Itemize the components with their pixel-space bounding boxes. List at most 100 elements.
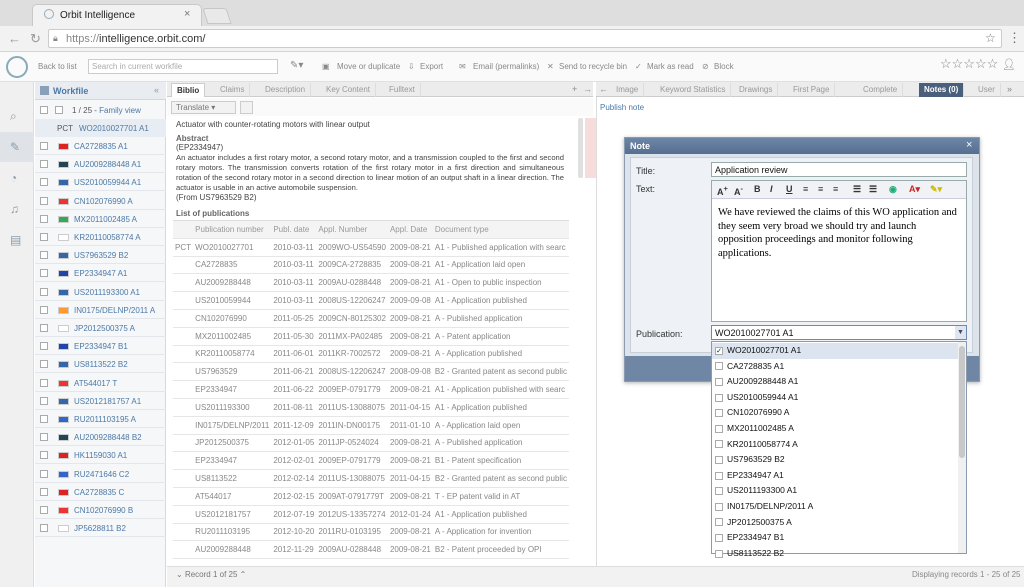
tab-fulltext[interactable]: Fulltext: [384, 83, 421, 97]
row-checkbox[interactable]: [40, 415, 48, 425]
column-header[interactable]: Publ. date: [271, 221, 316, 239]
tab-notes[interactable]: Notes (0): [919, 83, 964, 97]
workfile-item-label[interactable]: US2010059944 A1: [74, 178, 141, 187]
tab-keyword-statistics[interactable]: Keyword Statistics: [655, 83, 731, 97]
publication-option[interactable]: ✓WO2010027701 A1: [712, 343, 958, 359]
publication-option[interactable]: KR20110058774 A: [712, 437, 958, 453]
row-checkbox[interactable]: [40, 506, 48, 516]
workfile-item-label[interactable]: RU2471646 C2: [74, 470, 129, 479]
publication-option[interactable]: US7963529 B2: [712, 452, 958, 468]
table-row[interactable]: MX20110024852011-05-302011MX-PA024852009…: [173, 327, 569, 345]
table-row[interactable]: EP23349472012-02-012009EP-07917792009-08…: [173, 452, 569, 470]
browser-menu-icon[interactable]: ⋮: [1008, 30, 1021, 46]
row-checkbox[interactable]: [40, 324, 48, 334]
highlight-color-icon[interactable]: ✎▾: [930, 184, 942, 195]
publication-option[interactable]: US2010059944 A1: [712, 390, 958, 406]
workfile-item-label[interactable]: JP5628811 B2: [74, 524, 126, 533]
table-row[interactable]: AU20092884482012-11-292009AU-02884482009…: [173, 541, 569, 559]
option-checkbox[interactable]: [715, 503, 723, 511]
option-checkbox[interactable]: [715, 362, 723, 370]
ordered-list-icon[interactable]: ☰: [853, 184, 861, 195]
user-menu-icon[interactable]: 👤︎: [1002, 58, 1016, 71]
publication-option[interactable]: US8113522 B2: [712, 546, 958, 562]
email-permalinks-button[interactable]: Email (permalinks): [473, 62, 539, 71]
row-checkbox[interactable]: [40, 306, 48, 316]
workfile-item-label[interactable]: US7963529 B2: [74, 251, 128, 260]
collapse-panel-icon[interactable]: «: [154, 85, 159, 95]
underline-icon[interactable]: U: [786, 184, 793, 194]
option-checkbox[interactable]: ✓: [715, 347, 723, 355]
option-checkbox[interactable]: [715, 440, 723, 448]
row-checkbox[interactable]: [40, 524, 48, 534]
row-checkbox[interactable]: [40, 269, 48, 279]
export-button[interactable]: Export: [420, 62, 443, 71]
row-checkbox[interactable]: [40, 379, 48, 389]
option-checkbox[interactable]: [715, 534, 723, 542]
orbit-logo-icon[interactable]: [6, 56, 28, 78]
row-checkbox[interactable]: [40, 178, 48, 188]
workfile-item-label[interactable]: EP2334947 B1: [74, 342, 128, 351]
content-scrollbar[interactable]: [578, 118, 583, 178]
workfile-item-label[interactable]: CA2728835 A1: [74, 142, 128, 151]
option-checkbox[interactable]: [715, 550, 723, 558]
workfile-item-label[interactable]: US2011193300 A1: [74, 288, 140, 297]
publish-note-link[interactable]: Publish note: [600, 103, 644, 112]
dropdown-scroll-thumb[interactable]: [959, 346, 965, 458]
tab-first-page[interactable]: First Page: [788, 83, 835, 97]
column-header[interactable]: Appl. Date: [388, 221, 433, 239]
row-checkbox[interactable]: [40, 342, 48, 352]
publication-option[interactable]: IN0175/DELNP/2011 A: [712, 499, 958, 515]
bullet-list-icon[interactable]: ☰: [869, 184, 877, 195]
row-checkbox[interactable]: [40, 160, 48, 170]
table-row[interactable]: JP20125003752012-01-052011JP-05240242009…: [173, 434, 569, 452]
more-tabs-icon[interactable]: »: [1007, 84, 1012, 94]
publication-option[interactable]: CN102076990 A: [712, 405, 958, 421]
workfile-item-label[interactable]: CN102076990 B: [74, 506, 133, 515]
publication-option[interactable]: EP2334947 B1: [712, 530, 958, 546]
move-or-duplicate-button[interactable]: Move or duplicate: [337, 62, 400, 71]
workfile-item-label[interactable]: JP2012500375 A: [74, 324, 135, 333]
publication-select[interactable]: WO2010027701 A1: [711, 325, 967, 340]
row-checkbox[interactable]: [40, 251, 48, 261]
column-header[interactable]: Publication number: [193, 221, 271, 239]
workfile-item-label[interactable]: KR20110058774 A: [74, 233, 141, 242]
column-header[interactable]: Appl. Number: [316, 221, 388, 239]
reports-icon[interactable]: ▤: [10, 233, 21, 247]
row-checkbox[interactable]: [40, 360, 48, 370]
workfile-item-label[interactable]: CA2728835 C: [74, 488, 124, 497]
table-row[interactable]: PCTWO20100277012010-03-112009WO-US545902…: [173, 238, 569, 256]
align-right-icon[interactable]: ≡: [833, 184, 838, 194]
table-row[interactable]: IN0175/DELNP/20112011-12-092011IN-DN0017…: [173, 416, 569, 434]
row-checkbox[interactable]: [40, 397, 48, 407]
tab-key-content[interactable]: Key Content: [321, 83, 376, 97]
table-row[interactable]: CA27288352010-03-112009CA-27288352009-08…: [173, 256, 569, 274]
option-checkbox[interactable]: [715, 518, 723, 526]
tab-biblio[interactable]: Biblio: [171, 83, 205, 97]
tab-description[interactable]: Description: [260, 83, 311, 97]
publication-option[interactable]: JP2012500375 A: [712, 515, 958, 531]
back-tab-icon[interactable]: ←: [599, 84, 608, 94]
workfile-item-label[interactable]: CN102076990 A: [74, 197, 133, 206]
table-row[interactable]: AT5440172012-02-152009AT-0791779T2009-08…: [173, 487, 569, 505]
bold-icon[interactable]: B: [754, 184, 761, 194]
workfile-item-label[interactable]: EP2334947 A1: [74, 269, 127, 278]
add-tab-icon[interactable]: +: [572, 84, 577, 94]
workfile-icon[interactable]: ✎: [10, 140, 20, 154]
rating-stars[interactable]: ☆☆☆☆☆: [940, 56, 998, 72]
workfile-item-label[interactable]: WO2010027701 A1: [79, 124, 149, 133]
row-checkbox[interactable]: [40, 233, 48, 243]
option-checkbox[interactable]: [715, 378, 723, 386]
close-tab-icon[interactable]: ×: [184, 8, 190, 20]
table-row[interactable]: RU20111031952012-10-202011RU-01031952009…: [173, 523, 569, 541]
workfile-item-label[interactable]: AT544017 T: [74, 379, 117, 388]
publication-option[interactable]: EP2334947 A1: [712, 468, 958, 484]
table-row[interactable]: US79635292011-06-212008US-122062472008-0…: [173, 363, 569, 381]
table-row[interactable]: EP23349472011-06-222009EP-07917792009-08…: [173, 381, 569, 399]
workfile-item-label[interactable]: MX2011002485 A: [74, 215, 137, 224]
translate-button[interactable]: Translate ▾: [171, 101, 236, 114]
close-icon[interactable]: ×: [966, 139, 972, 151]
family-view-link[interactable]: Family view: [99, 106, 141, 115]
new-tab-button[interactable]: [202, 8, 231, 24]
back-arrow-icon[interactable]: ←: [8, 31, 21, 46]
analytics-icon[interactable]: ◔: [10, 171, 17, 185]
